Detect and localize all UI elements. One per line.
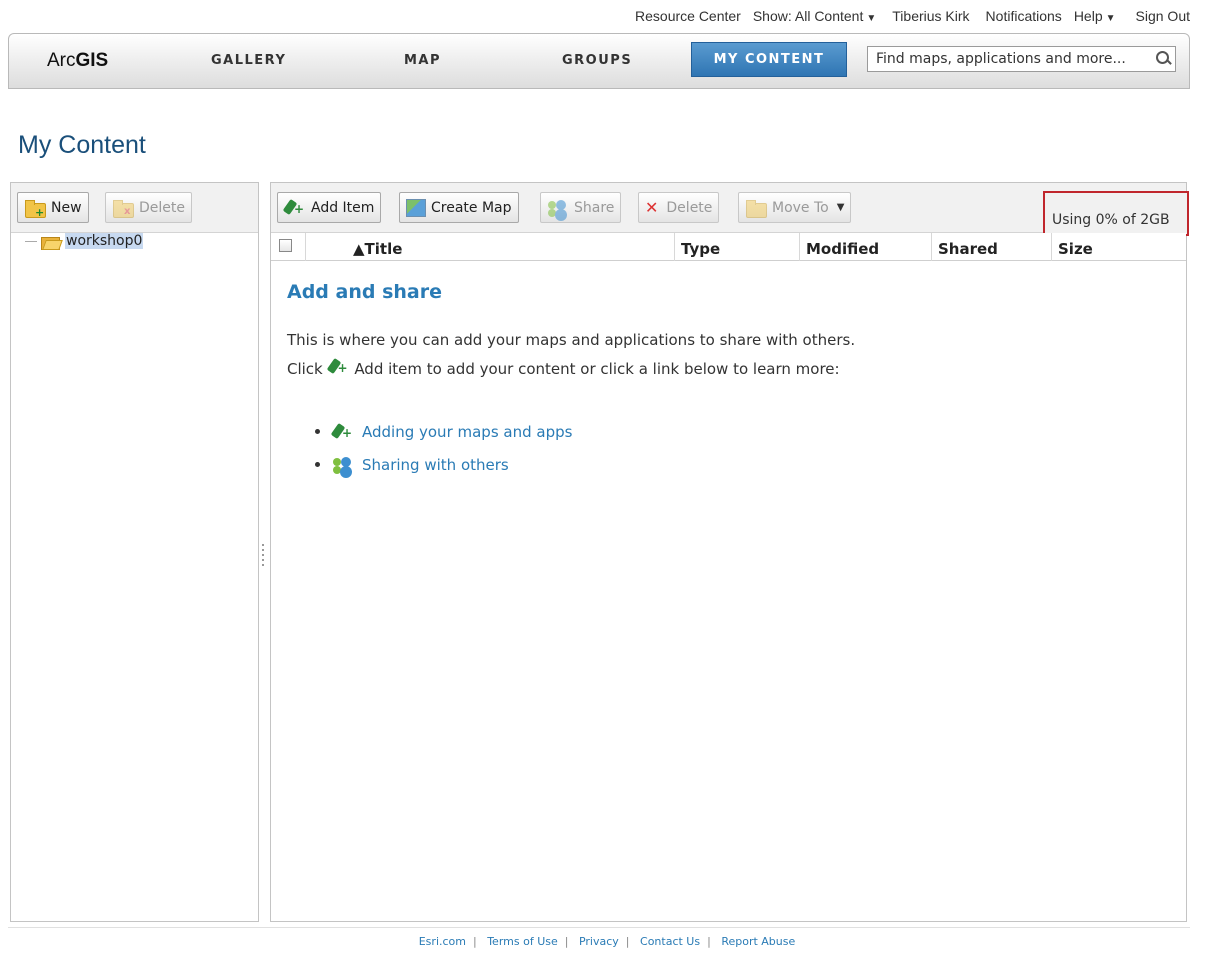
new-folder-label: New xyxy=(51,199,82,216)
create-map-label: Create Map xyxy=(431,199,512,216)
nav-map[interactable]: MAP xyxy=(404,53,441,68)
footer-link-privacy[interactable]: Privacy xyxy=(579,935,619,948)
col-modified[interactable]: Modified xyxy=(799,233,879,261)
create-map-icon xyxy=(406,198,426,217)
add-item-label: Add Item xyxy=(311,199,375,216)
arcgis-logo[interactable]: ArcGIS xyxy=(47,50,108,72)
new-folder-button[interactable]: + New xyxy=(17,192,89,223)
chevron-down-icon: ▼ xyxy=(1105,13,1116,24)
tree-line xyxy=(25,240,37,242)
list-item: Sharing with others xyxy=(315,448,572,481)
empty-state-text: This is where you can add your maps and … xyxy=(287,326,855,384)
add-item-icon xyxy=(328,358,350,376)
main-nav-bar: ArcGIS GALLERY MAP GROUPS MY CONTENT Fin… xyxy=(8,33,1190,89)
select-all-checkbox[interactable] xyxy=(279,239,292,252)
user-name-link[interactable]: Tiberius Kirk xyxy=(892,8,969,28)
help-links-list: Adding your maps and apps Sharing with o… xyxy=(315,415,572,481)
notifications-link[interactable]: Notifications xyxy=(986,8,1062,28)
delete-folder-button[interactable]: x Delete xyxy=(105,192,192,223)
help-dropdown[interactable]: Help ▼ xyxy=(1074,8,1116,28)
folder-label: workshop0 xyxy=(65,233,144,249)
add-item-icon xyxy=(332,423,354,441)
add-item-button[interactable]: Add Item xyxy=(277,192,382,223)
move-to-label: Move To xyxy=(772,199,829,216)
close-icon: ✕ xyxy=(645,198,659,217)
resource-center-link[interactable]: Resource Center xyxy=(635,8,741,28)
share-people-icon xyxy=(547,199,569,217)
folder-toolbar: + New x Delete xyxy=(11,183,258,233)
line2-prefix: Click xyxy=(287,360,323,378)
delete-folder-icon: x xyxy=(112,199,134,218)
page-title: My Content xyxy=(18,131,146,159)
items-table-header: ▲Title Type Modified Shared Size xyxy=(271,233,1186,261)
search-icon[interactable] xyxy=(1153,48,1175,70)
new-folder-icon: + xyxy=(24,199,46,218)
content-panel: Add Item Create Map Share ✕ Delete Move … xyxy=(270,182,1189,922)
open-folder-icon xyxy=(41,234,61,250)
footer: Esri.com | Terms of Use | Privacy | Contact… xyxy=(418,935,796,948)
list-item: Adding your maps and apps xyxy=(315,415,572,448)
help-label: Help xyxy=(1073,8,1103,24)
sign-out-link[interactable]: Sign Out xyxy=(1136,8,1190,28)
nav-gallery[interactable]: GALLERY xyxy=(211,53,286,68)
footer-link-esri[interactable]: Esri.com xyxy=(419,935,466,948)
search-input[interactable]: Find maps, applications and more... xyxy=(867,46,1176,72)
logo-bold: GIS xyxy=(75,50,109,71)
chevron-down-icon: ▼ xyxy=(866,13,877,24)
share-people-icon xyxy=(332,456,354,474)
search-placeholder: Find maps, applications and more... xyxy=(876,51,1126,67)
empty-state-heading: Add and share xyxy=(287,281,442,303)
adding-maps-link[interactable]: Adding your maps and apps xyxy=(362,423,572,441)
create-map-button[interactable]: Create Map xyxy=(399,192,519,223)
move-to-button[interactable]: Move To ▼ xyxy=(738,192,852,223)
share-button[interactable]: Share xyxy=(540,192,622,223)
logo-prefix: Arc xyxy=(47,50,76,71)
col-size[interactable]: Size xyxy=(1051,233,1093,261)
show-content-label: Show: All Content xyxy=(752,8,864,24)
footer-divider xyxy=(8,927,1190,928)
folder-tree-item[interactable]: workshop0 xyxy=(25,233,144,250)
col-title[interactable]: ▲Title xyxy=(353,240,402,260)
footer-link-contact[interactable]: Contact Us xyxy=(640,935,700,948)
folder-panel: + New x Delete workshop0 xyxy=(10,182,259,922)
delete-item-label: Delete xyxy=(666,199,713,216)
top-links: Resource Center Show: All Content ▼ Tiber… xyxy=(623,8,1190,28)
col-shared[interactable]: Shared xyxy=(931,233,998,261)
move-folder-icon xyxy=(745,199,767,218)
line2-suffix: Add item to add your content or click a … xyxy=(354,360,840,378)
nav-my-content[interactable]: MY CONTENT xyxy=(691,42,847,77)
col-type[interactable]: Type xyxy=(674,233,720,261)
add-item-icon xyxy=(284,199,306,217)
nav-groups[interactable]: GROUPS xyxy=(562,53,632,68)
footer-link-terms[interactable]: Terms of Use xyxy=(487,935,558,948)
share-label: Share xyxy=(574,199,615,216)
footer-link-report-abuse[interactable]: Report Abuse xyxy=(721,935,795,948)
empty-state-line2: Click Add item to add your content or cl… xyxy=(287,355,855,384)
storage-usage: Using 0% of 2GB xyxy=(1043,191,1189,236)
delete-item-button[interactable]: ✕ Delete xyxy=(638,192,720,223)
panel-splitter-handle[interactable] xyxy=(262,544,265,570)
sharing-link[interactable]: Sharing with others xyxy=(362,456,509,474)
chevron-down-icon: ▼ xyxy=(836,202,845,213)
empty-state-line1: This is where you can add your maps and … xyxy=(287,331,856,349)
show-content-dropdown[interactable]: Show: All Content ▼ xyxy=(753,8,876,28)
delete-folder-label: Delete xyxy=(139,199,185,216)
col-thumbnail xyxy=(305,233,349,261)
